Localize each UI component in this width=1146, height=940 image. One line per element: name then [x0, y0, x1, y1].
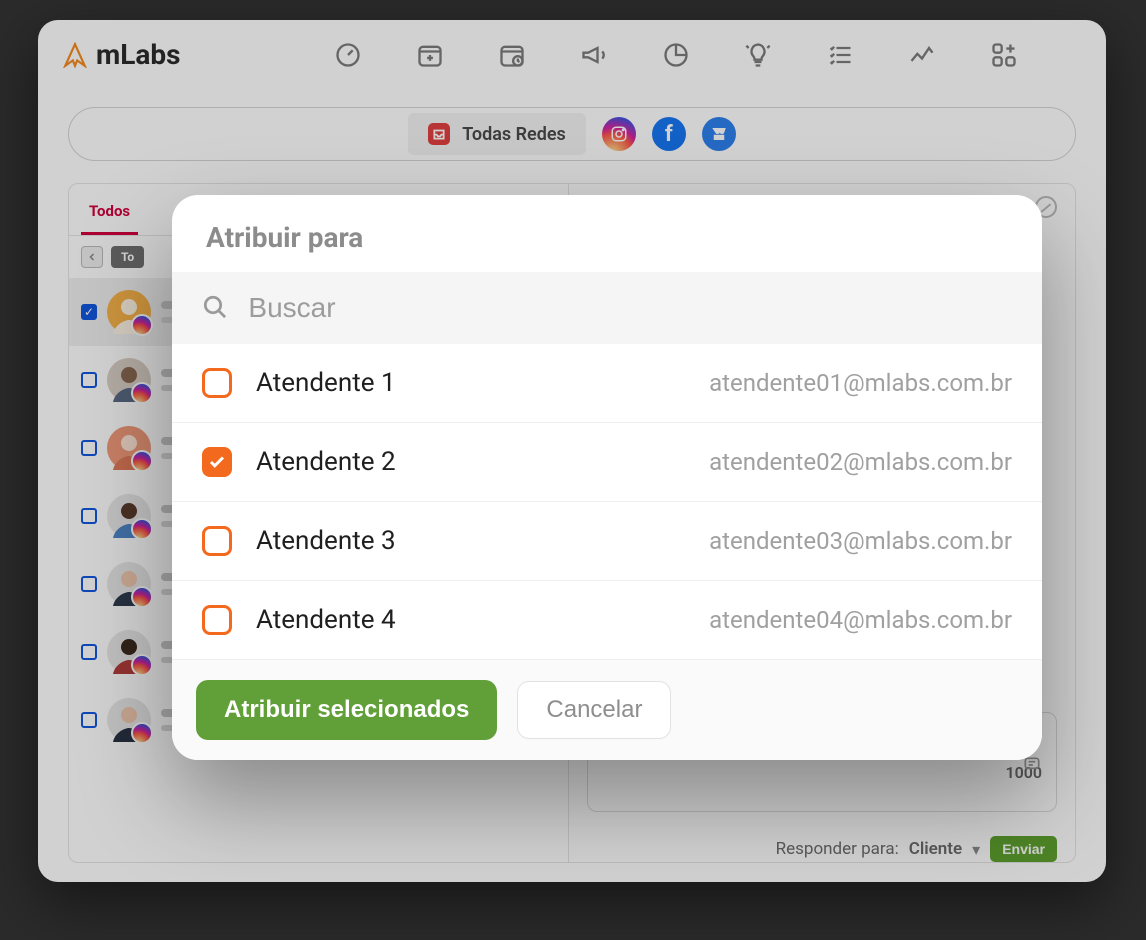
attendant-checkbox[interactable] — [202, 447, 232, 477]
attendant-name: Atendente 4 — [256, 605, 685, 635]
assign-button[interactable]: Atribuir selecionados — [196, 680, 497, 740]
attendant-email: atendente02@mlabs.com.br — [709, 448, 1012, 476]
modal-search — [172, 272, 1042, 344]
attendant-name: Atendente 3 — [256, 526, 685, 556]
search-icon — [202, 294, 228, 322]
attendant-row[interactable]: Atendente 2 atendente02@mlabs.com.br — [172, 423, 1042, 502]
attendant-checkbox[interactable] — [202, 368, 232, 398]
attendant-name: Atendente 1 — [256, 368, 685, 398]
assign-modal: Atribuir para Atendente 1 atendente01@mla… — [172, 195, 1042, 760]
attendant-row[interactable]: Atendente 1 atendente01@mlabs.com.br — [172, 344, 1042, 423]
attendant-checkbox[interactable] — [202, 605, 232, 635]
attendant-email: atendente03@mlabs.com.br — [709, 527, 1012, 555]
attendant-name: Atendente 2 — [256, 447, 685, 477]
search-input[interactable] — [248, 292, 1012, 324]
attendant-checkbox[interactable] — [202, 526, 232, 556]
modal-footer: Atribuir selecionados Cancelar — [172, 660, 1042, 760]
app-window: mLabs Todas Redes f Todos — [38, 20, 1106, 882]
attendant-row[interactable]: Atendente 3 atendente03@mlabs.com.br — [172, 502, 1042, 581]
attendant-email: atendente01@mlabs.com.br — [709, 369, 1012, 397]
attendant-email: atendente04@mlabs.com.br — [709, 606, 1012, 634]
modal-title: Atribuir para — [172, 195, 1042, 272]
cancel-button[interactable]: Cancelar — [517, 681, 671, 739]
attendant-row[interactable]: Atendente 4 atendente04@mlabs.com.br — [172, 581, 1042, 660]
attendant-list: Atendente 1atendente01@mlabs.com.brAtend… — [172, 344, 1042, 660]
